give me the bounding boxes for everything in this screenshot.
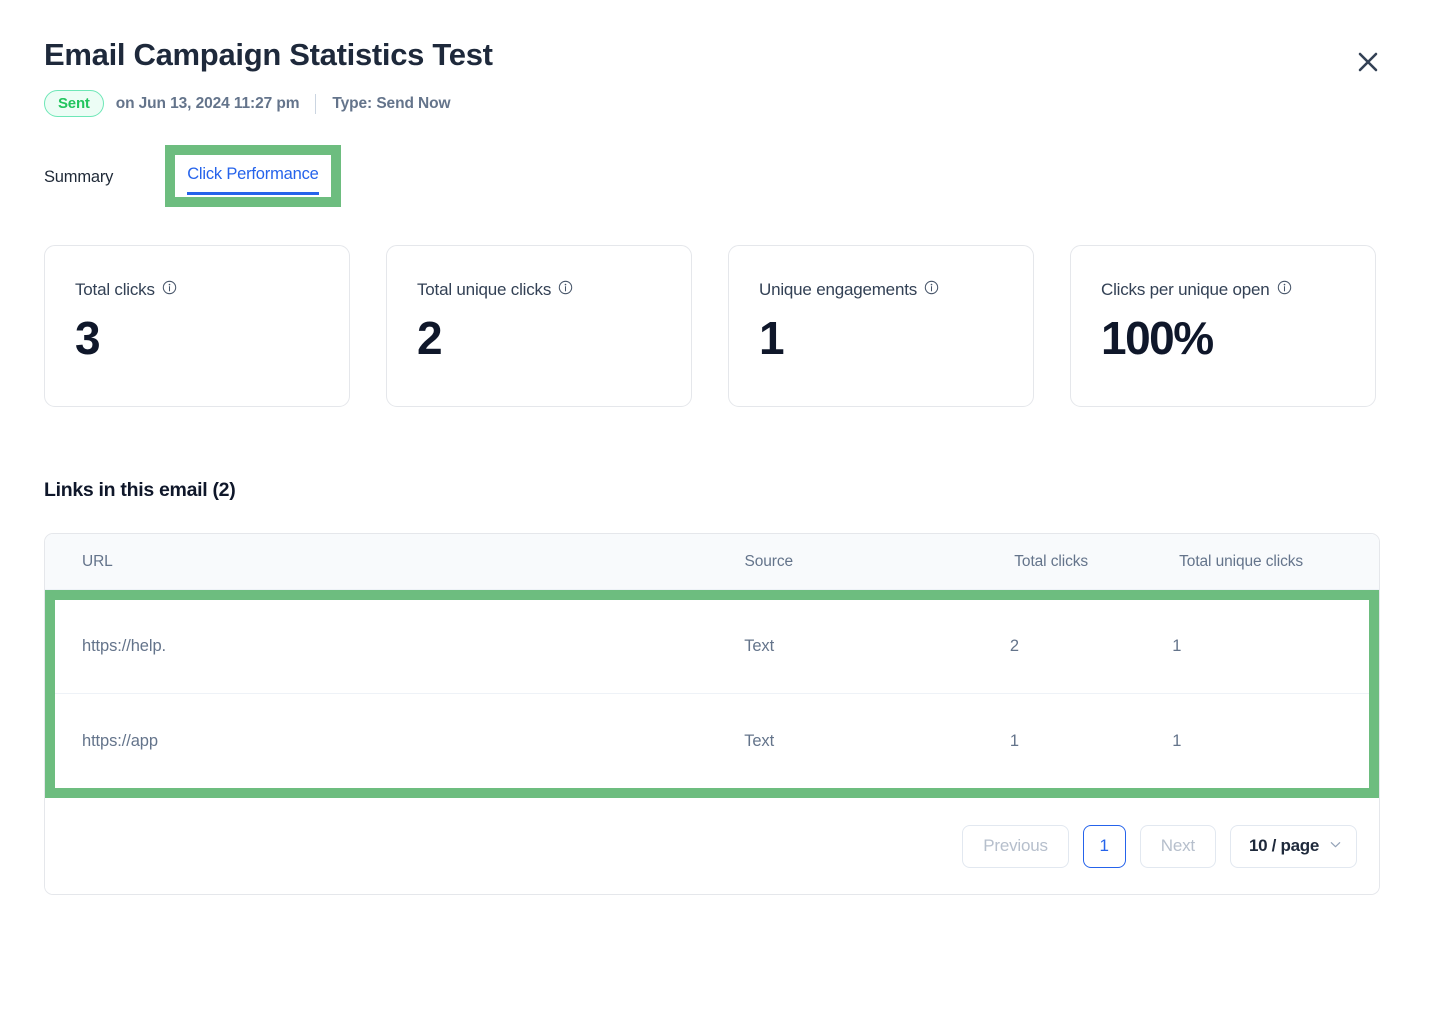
stat-card-label: Clicks per unique open: [1101, 280, 1345, 300]
column-header-source: Source: [744, 552, 793, 570]
stat-card-total-unique-clicks: Total unique clicks 2: [386, 245, 692, 407]
links-section-title: Links in this email (2): [44, 479, 236, 501]
link-total-unique-clicks: 1: [1172, 731, 1182, 750]
stat-card-label: Total clicks: [75, 280, 319, 300]
stat-card-value: 2: [417, 312, 443, 364]
table-header-row: URL Source Total clicks Total unique cli…: [45, 534, 1379, 590]
page-number-1[interactable]: 1: [1082, 824, 1126, 868]
stat-card-label: Unique engagements: [759, 280, 1003, 300]
chevron-down-icon: [1329, 836, 1342, 856]
link-source: Text: [744, 637, 775, 655]
stat-card-clicks-per-unique-open: Clicks per unique open 100%: [1070, 245, 1376, 407]
column-header-total-unique-clicks: Total unique clicks: [1179, 552, 1304, 570]
link-source: Text: [744, 731, 775, 750]
page-size-label: 10 / page: [1248, 836, 1319, 855]
info-icon[interactable]: [162, 280, 177, 300]
close-button[interactable]: [1350, 44, 1386, 80]
stat-card-label: Total unique clicks: [417, 280, 661, 300]
stat-label-text: Clicks per unique open: [1101, 280, 1270, 299]
page-size-select[interactable]: 10 / page: [1229, 824, 1357, 868]
links-table: URL Source Total clicks Total unique cli…: [44, 533, 1380, 895]
link-url[interactable]: https://help.: [82, 637, 166, 655]
status-badge: Sent: [44, 90, 104, 118]
close-icon: [1357, 51, 1379, 73]
column-header-url: URL: [82, 552, 113, 570]
stat-card-row: Total clicks 3 Total unique clicks 2 Uni…: [44, 245, 1376, 407]
tab-summary[interactable]: Summary: [44, 156, 113, 197]
panel-header: Email Campaign Statistics Test Sent on J…: [44, 36, 1386, 118]
stat-card-value: 1: [759, 312, 785, 364]
table-body: https://help. Text 2 1 https://app Text …: [55, 600, 1369, 788]
tab-bar: Summary Click Performance: [44, 145, 341, 207]
previous-page-button[interactable]: Previous: [962, 824, 1069, 868]
meta-divider: [315, 93, 317, 114]
pagination-bar: Previous 1 Next 10 / page: [45, 798, 1379, 894]
info-icon[interactable]: [1277, 280, 1292, 300]
campaign-type: Type: Send Now: [332, 94, 451, 112]
info-icon[interactable]: [558, 280, 573, 300]
column-header-total-clicks: Total clicks: [1014, 552, 1089, 570]
link-total-clicks: 2: [1009, 637, 1019, 655]
campaign-meta: Sent on Jun 13, 2024 11:27 pm Type: Send…: [44, 90, 1386, 118]
link-total-clicks: 1: [1009, 731, 1019, 750]
table-row[interactable]: https://help. Text 2 1: [55, 600, 1369, 694]
stat-label-text: Total clicks: [75, 280, 155, 299]
stat-label-text: Total unique clicks: [417, 280, 552, 299]
campaign-statistics-panel: Email Campaign Statistics Test Sent on J…: [0, 0, 1430, 1014]
annotation-highlight-tab: Click Performance: [165, 145, 341, 207]
tab-click-performance[interactable]: Click Performance: [187, 159, 319, 195]
stat-card-total-clicks: Total clicks 3: [44, 245, 350, 407]
page-title: Email Campaign Statistics Test: [44, 37, 493, 72]
link-url[interactable]: https://app: [82, 732, 158, 750]
stat-card-unique-engagements: Unique engagements 1: [728, 245, 1034, 407]
sent-timestamp: on Jun 13, 2024 11:27 pm: [115, 94, 300, 112]
stat-card-value: 100%: [1101, 312, 1214, 364]
info-icon[interactable]: [924, 280, 939, 300]
annotation-highlight-rows: https://help. Text 2 1 https://app Text …: [45, 590, 1379, 798]
next-page-button[interactable]: Next: [1139, 824, 1216, 868]
link-total-unique-clicks: 1: [1172, 637, 1182, 655]
table-row[interactable]: https://app Text 1 1: [55, 694, 1369, 788]
stat-card-value: 3: [75, 312, 101, 364]
stat-label-text: Unique engagements: [759, 280, 918, 299]
